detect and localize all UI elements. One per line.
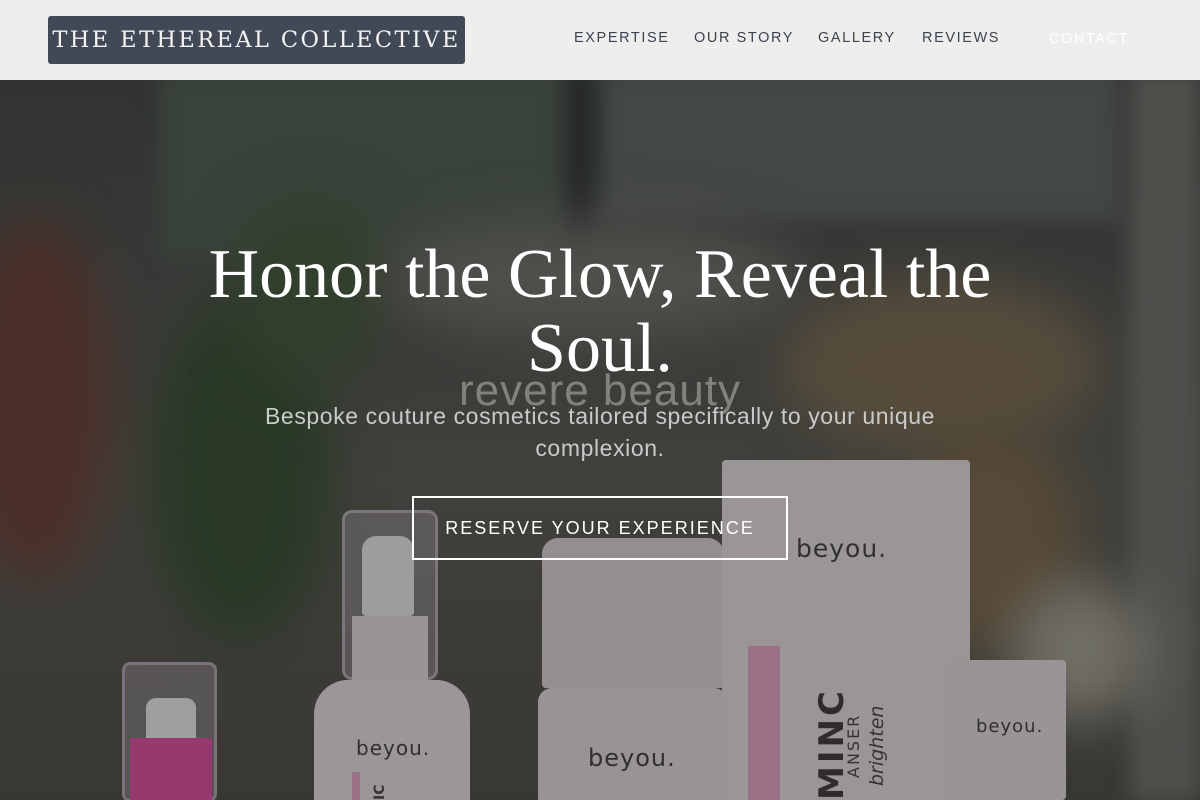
hero-subheading: Bespoke couture cosmetics tailored speci… (264, 403, 936, 461)
nav-link-expertise[interactable]: EXPERTISE (574, 30, 670, 46)
hero-headline: Honor the Glow, Reveal the Soul. (208, 236, 992, 387)
contact-button[interactable]: CONTACT (1022, 14, 1156, 64)
nav-link-our-story[interactable]: OUR STORY (694, 30, 794, 46)
nav-link-gallery[interactable]: GALLERY (818, 30, 896, 46)
site-logo[interactable]: THE ETHEREAL COLLECTIVE (48, 16, 465, 64)
reserve-experience-button[interactable]: RESERVE YOUR EXPERIENCE (412, 496, 788, 560)
nav-link-reviews[interactable]: REVIEWS (922, 30, 1000, 46)
site-header: THE ETHEREAL COLLECTIVE EXPERTISE OUR ST… (0, 0, 1200, 80)
